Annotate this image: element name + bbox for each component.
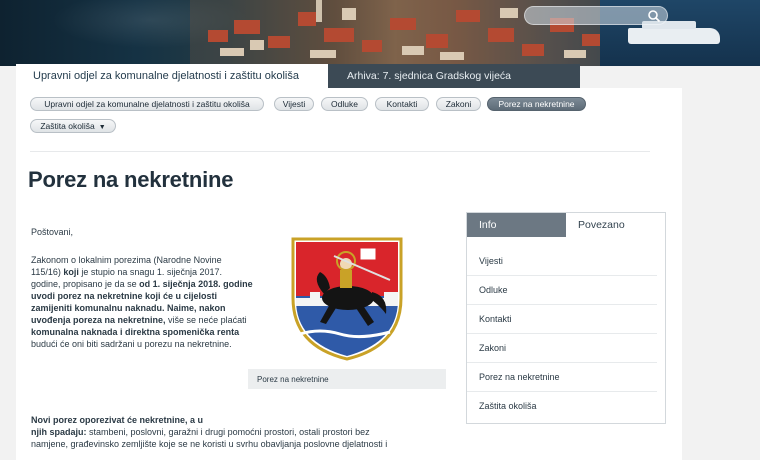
sidebar-item-porez[interactable]: Porez na nekretnine	[467, 363, 657, 392]
sidebar-tab-info[interactable]: Info	[467, 213, 566, 237]
sidebar-item-odluke[interactable]: Odluke	[467, 276, 657, 305]
dropdown-label: Zaštita okoliša	[40, 121, 95, 131]
sidebar-item-zastita-okolisa[interactable]: Zaštita okoliša	[467, 392, 657, 421]
paragraph-2-line-2: njih spadaju: stambeni, poslovni, garažn…	[31, 426, 427, 438]
sidebar-panel: Info Povezano Vijesti Odluke Kontakti Za…	[466, 212, 666, 424]
divider	[30, 151, 650, 152]
sidebar-item-vijesti[interactable]: Vijesti	[467, 247, 657, 276]
sidebar-item-kontakti[interactable]: Kontakti	[467, 305, 657, 334]
paragraph-2-line-3: namjene, građevinsko zemljište koje se n…	[31, 439, 388, 449]
text: budući će oni biti sadržani u porezu na …	[31, 339, 232, 349]
ship-image	[628, 21, 720, 44]
nav-tab-kontakti[interactable]: Kontakti	[375, 97, 429, 111]
text: više se neće plaćati	[165, 315, 247, 325]
greeting-text: Poštovani,	[31, 227, 74, 237]
image-caption: Porez na nekretnine	[248, 369, 446, 389]
nav-tab-zakoni[interactable]: Zakoni	[436, 97, 481, 111]
nav-tab-department[interactable]: Upravni odjel za komunalne djelatnosti i…	[30, 97, 264, 111]
bold-text: njih spadaju:	[31, 427, 87, 437]
sidebar-item-zakoni[interactable]: Zakoni	[467, 334, 657, 363]
bold-text: koji	[60, 267, 79, 277]
search-input[interactable]	[525, 9, 643, 26]
page-title: Porez na nekretnine	[28, 167, 234, 192]
bold-text: komunalna naknada i direktna spomenička …	[31, 327, 240, 337]
sidebar-tab-povezano[interactable]: Povezano	[566, 213, 665, 237]
search-box[interactable]	[524, 6, 668, 26]
archive-link[interactable]: Arhiva: 7. sjednica Gradskog vijeća	[328, 64, 580, 88]
nav-tab-porez[interactable]: Porez na nekretnine	[487, 97, 586, 111]
page-background	[682, 88, 760, 460]
chevron-down-icon: ▼	[98, 124, 106, 131]
title-bar: Upravni odjel za komunalne djelatnosti i…	[16, 64, 580, 88]
paragraph-intro: Zakonom o lokalnim porezima (Narodne Nov…	[31, 254, 253, 350]
nav-tab-vijesti[interactable]: Vijesti	[274, 97, 314, 111]
nav-tab-odluke[interactable]: Odluke	[321, 97, 368, 111]
paragraph-2-line-1: Novi porez oporezivat će nekretnine, a u	[31, 415, 204, 425]
department-title[interactable]: Upravni odjel za komunalne djelatnosti i…	[16, 64, 328, 88]
coat-of-arms-image	[291, 237, 403, 361]
sidebar-link-list: Vijesti Odluke Kontakti Zakoni Porez na …	[467, 247, 665, 421]
text: stambeni, poslovni, garažni i drugi pomo…	[86, 427, 370, 437]
nav-dropdown-zastita-okolisa[interactable]: Zaštita okoliša ▼	[30, 119, 116, 133]
search-icon[interactable]	[647, 9, 661, 23]
